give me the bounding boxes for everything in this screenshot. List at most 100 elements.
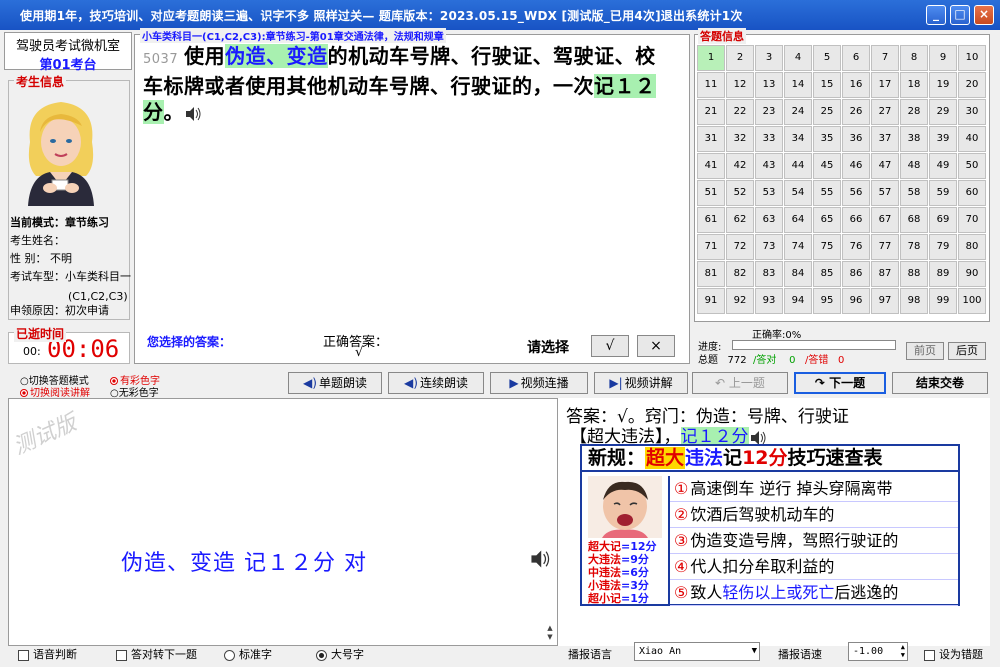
finish-exam-button[interactable]: 结束交卷 xyxy=(892,372,988,394)
question-cell[interactable]: 60 xyxy=(958,180,986,206)
big-font-radio[interactable]: 大号字 xyxy=(316,646,364,662)
question-cell[interactable]: 27 xyxy=(871,99,899,125)
question-cell[interactable]: 57 xyxy=(871,180,899,206)
question-cell[interactable]: 91 xyxy=(697,288,725,314)
question-cell[interactable]: 71 xyxy=(697,234,725,260)
answer-true-button[interactable]: √ xyxy=(591,335,629,357)
video-explain-button[interactable]: ▶| 视频讲解 xyxy=(594,372,688,394)
question-cell[interactable]: 63 xyxy=(755,207,783,233)
std-font-radio[interactable]: 标准字 xyxy=(224,646,272,662)
question-cell[interactable]: 46 xyxy=(842,153,870,179)
question-cell[interactable]: 52 xyxy=(726,180,754,206)
speed-stepper[interactable]: -1.00 ▲ ▼ xyxy=(848,642,908,661)
prev-question-button[interactable]: ↶ 上一题 xyxy=(692,372,788,394)
question-cell[interactable]: 43 xyxy=(755,153,783,179)
question-cell[interactable]: 8 xyxy=(900,45,928,71)
voice-lang-select[interactable]: Xiao An ▼ xyxy=(634,642,760,661)
question-cell[interactable]: 86 xyxy=(842,261,870,287)
question-cell[interactable]: 40 xyxy=(958,126,986,152)
answer-false-button[interactable]: × xyxy=(637,335,675,357)
question-cell[interactable]: 81 xyxy=(697,261,725,287)
speaker-icon[interactable] xyxy=(184,106,202,122)
question-cell[interactable]: 42 xyxy=(726,153,754,179)
question-cell[interactable]: 13 xyxy=(755,72,783,98)
question-cell[interactable]: 36 xyxy=(842,126,870,152)
question-cell[interactable]: 33 xyxy=(755,126,783,152)
question-cell[interactable]: 34 xyxy=(784,126,812,152)
question-cell[interactable]: 55 xyxy=(813,180,841,206)
question-cell[interactable]: 44 xyxy=(784,153,812,179)
question-cell[interactable]: 69 xyxy=(929,207,957,233)
question-cell[interactable]: 75 xyxy=(813,234,841,260)
question-cell[interactable]: 80 xyxy=(958,234,986,260)
question-cell[interactable]: 68 xyxy=(900,207,928,233)
close-button[interactable]: × xyxy=(974,5,994,25)
mode-explain-option[interactable]: 切换阅读讲解 xyxy=(20,384,90,399)
question-cell[interactable]: 56 xyxy=(842,180,870,206)
question-cell[interactable]: 39 xyxy=(929,126,957,152)
minimize-button[interactable]: _ xyxy=(926,5,946,25)
question-cell[interactable]: 94 xyxy=(784,288,812,314)
question-cell[interactable]: 31 xyxy=(697,126,725,152)
single-read-button[interactable]: ◀) 单题朗读 xyxy=(288,372,382,394)
video-play-button[interactable]: ▶ 视频连播 xyxy=(490,372,588,394)
question-cell[interactable]: 22 xyxy=(726,99,754,125)
question-cell[interactable]: 93 xyxy=(755,288,783,314)
maximize-button[interactable]: □ xyxy=(950,5,970,25)
question-cell[interactable]: 73 xyxy=(755,234,783,260)
question-cell[interactable]: 50 xyxy=(958,153,986,179)
speaker-icon[interactable] xyxy=(529,549,551,569)
question-cell[interactable]: 70 xyxy=(958,207,986,233)
question-cell[interactable]: 48 xyxy=(900,153,928,179)
question-cell[interactable]: 29 xyxy=(929,99,957,125)
question-cell[interactable]: 84 xyxy=(784,261,812,287)
question-cell[interactable]: 19 xyxy=(929,72,957,98)
continuous-read-button[interactable]: ◀) 连续朗读 xyxy=(388,372,484,394)
question-cell[interactable]: 38 xyxy=(900,126,928,152)
question-cell[interactable]: 5 xyxy=(813,45,841,71)
question-cell[interactable]: 45 xyxy=(813,153,841,179)
question-cell[interactable]: 30 xyxy=(958,99,986,125)
question-cell[interactable]: 100 xyxy=(958,288,986,314)
question-cell[interactable]: 49 xyxy=(929,153,957,179)
question-cell[interactable]: 88 xyxy=(900,261,928,287)
question-cell[interactable]: 21 xyxy=(697,99,725,125)
question-cell[interactable]: 89 xyxy=(929,261,957,287)
question-cell[interactable]: 98 xyxy=(900,288,928,314)
question-cell[interactable]: 95 xyxy=(813,288,841,314)
question-cell[interactable]: 85 xyxy=(813,261,841,287)
question-cell[interactable]: 9 xyxy=(929,45,957,71)
question-cell[interactable]: 1 xyxy=(697,45,725,71)
question-cell[interactable]: 25 xyxy=(813,99,841,125)
question-cell[interactable]: 23 xyxy=(755,99,783,125)
voice-judge-checkbox[interactable]: 语音判断 xyxy=(18,646,77,662)
question-cell[interactable]: 77 xyxy=(871,234,899,260)
question-cell[interactable]: 97 xyxy=(871,288,899,314)
question-cell[interactable]: 3 xyxy=(755,45,783,71)
question-cell[interactable]: 18 xyxy=(900,72,928,98)
question-cell[interactable]: 92 xyxy=(726,288,754,314)
question-cell[interactable]: 67 xyxy=(871,207,899,233)
auto-next-checkbox[interactable]: 答对转下一题 xyxy=(116,646,197,662)
question-cell[interactable]: 37 xyxy=(871,126,899,152)
question-cell[interactable]: 7 xyxy=(871,45,899,71)
question-cell[interactable]: 79 xyxy=(929,234,957,260)
prev-page-button[interactable]: 前页 xyxy=(906,342,944,360)
question-cell[interactable]: 14 xyxy=(784,72,812,98)
question-cell[interactable]: 90 xyxy=(958,261,986,287)
question-cell[interactable]: 2 xyxy=(726,45,754,71)
question-cell[interactable]: 17 xyxy=(871,72,899,98)
question-cell[interactable]: 10 xyxy=(958,45,986,71)
question-cell[interactable]: 64 xyxy=(784,207,812,233)
question-cell[interactable]: 11 xyxy=(697,72,725,98)
question-cell[interactable]: 82 xyxy=(726,261,754,287)
question-cell[interactable]: 12 xyxy=(726,72,754,98)
question-cell[interactable]: 20 xyxy=(958,72,986,98)
question-cell[interactable]: 26 xyxy=(842,99,870,125)
question-cell[interactable]: 41 xyxy=(697,153,725,179)
set-wrong-checkbox[interactable]: 设为错题 xyxy=(924,646,983,662)
question-cell[interactable]: 74 xyxy=(784,234,812,260)
question-cell[interactable]: 83 xyxy=(755,261,783,287)
question-cell[interactable]: 16 xyxy=(842,72,870,98)
question-cell[interactable]: 58 xyxy=(900,180,928,206)
